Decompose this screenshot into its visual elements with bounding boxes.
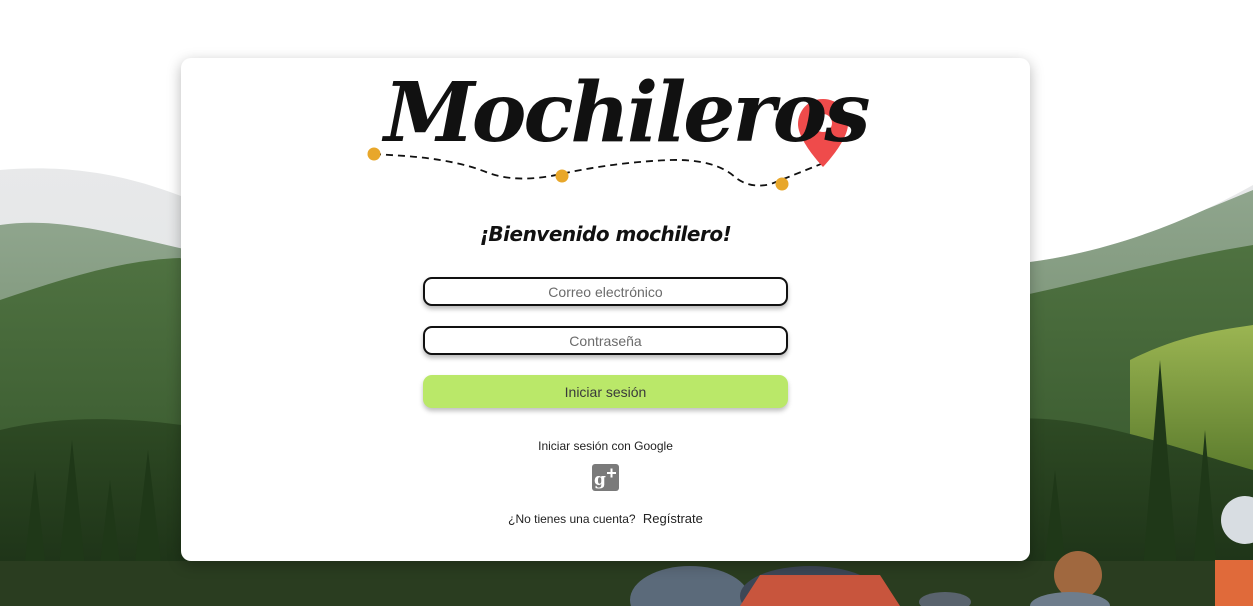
welcome-heading: ¡Bienvenido mochilero! [479, 222, 732, 246]
register-prompt: ¿No tienes una cuenta? Regístrate [181, 511, 1030, 526]
password-input[interactable] [423, 326, 788, 355]
logo-wordmark: Mochileros [384, 65, 871, 161]
register-link[interactable]: Regístrate [643, 511, 703, 526]
login-page: Mochileros ¡Bienvenido mochilero! Inicia… [0, 0, 1253, 606]
svg-text:g: g [594, 470, 606, 490]
google-plus-icon[interactable]: g [592, 464, 619, 491]
trail-dot-icon [555, 169, 569, 183]
google-login-label: Iniciar sesión con Google [538, 439, 673, 453]
register-question: ¿No tienes una cuenta? [508, 512, 636, 526]
trail-dot-icon [775, 177, 789, 191]
trail-dot-icon [367, 147, 381, 161]
login-card: Mochileros ¡Bienvenido mochilero! Inicia… [181, 58, 1030, 561]
mochileros-logo: Mochileros [366, 72, 871, 199]
login-button[interactable]: Iniciar sesión [423, 375, 788, 408]
email-input[interactable] [423, 277, 788, 306]
